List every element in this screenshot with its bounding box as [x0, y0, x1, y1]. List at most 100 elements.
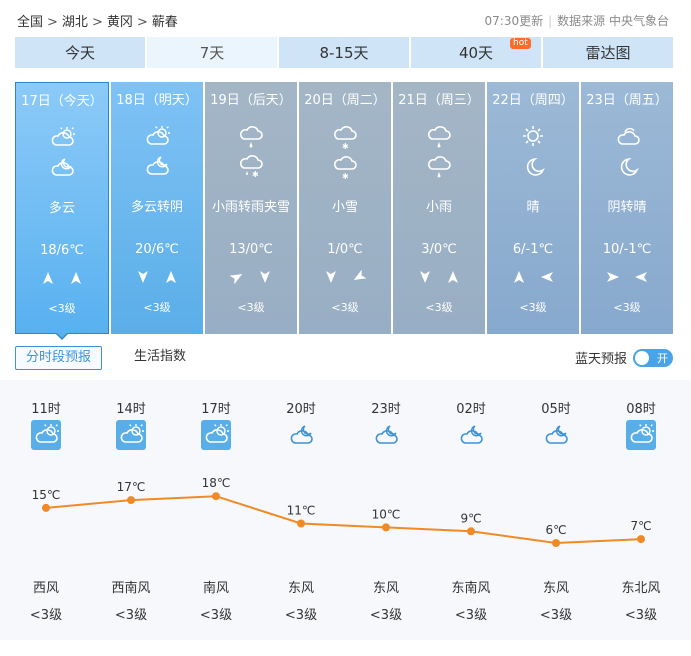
wind-arrow-icon — [607, 272, 619, 282]
hour-wind: 南风 — [202, 581, 229, 596]
tab-life-index[interactable]: 生活指数 — [124, 346, 196, 370]
hour-time: 14时 — [116, 402, 146, 417]
temp-point — [552, 539, 560, 547]
day-weather-icon — [613, 124, 641, 146]
hour-wind: 东北风 — [621, 581, 661, 596]
snow-icon: ✱ — [334, 126, 357, 151]
night-weather-icon — [48, 155, 76, 181]
wind-arrow-icon — [514, 271, 524, 283]
wind-direction — [299, 270, 391, 284]
day-date: 17日（今天） — [21, 94, 103, 109]
wind-arrow-icon — [230, 274, 243, 284]
hourly-forecast: 15℃ 17℃ 18℃ 11℃ 10℃ 9℃ 6℃ 7℃ 11时 西风 <3级 14时 西南风 <3级 1… — [0, 380, 691, 640]
wind-arrow-icon — [353, 270, 366, 280]
day-weather-icon — [237, 124, 265, 148]
sleet-icon: ✱ — [240, 155, 263, 179]
breadcrumb-separator: > — [91, 15, 103, 30]
temp-range: 20/6℃ — [135, 242, 179, 257]
night-weather-icon: ✱ — [331, 154, 359, 181]
wind-level: <3级 — [331, 301, 359, 314]
sun-icon — [523, 126, 543, 146]
weather-desc: 小雨 — [425, 200, 452, 215]
hour-time: 08时 — [626, 402, 656, 417]
weather-desc: 多云 — [48, 201, 75, 216]
hour-weather-icon — [626, 420, 656, 450]
temp-label: 18℃ — [202, 476, 231, 490]
partly-cloudy-night-icon — [290, 425, 313, 444]
breadcrumb-item-city[interactable]: 黄冈 — [107, 15, 133, 30]
partly-cloudy-day-icon — [51, 127, 75, 146]
temp-range: 3/0℃ — [421, 242, 457, 257]
toggle-text: 开 — [657, 351, 668, 365]
wind-direction — [205, 270, 297, 284]
breadcrumb-item-country[interactable]: 全国 — [17, 15, 43, 30]
temp-range: 1/0℃ — [327, 242, 363, 257]
day-card[interactable]: 18日（明天） 多云转阴 20/6℃ <3级 — [111, 82, 203, 334]
wind-arrow-icon — [166, 271, 176, 283]
hour-time: 11时 — [31, 402, 61, 417]
update-info: 07:30更新 | 数据来源 中央气象台 — [484, 14, 669, 28]
hour-wind: 东风 — [542, 581, 569, 596]
hour-weather-icon — [31, 420, 61, 450]
day-date: 18日（明天） — [116, 93, 198, 108]
tab-7-days[interactable]: 7天 — [147, 37, 277, 68]
wind-direction — [581, 270, 673, 284]
day-weather-icon — [143, 124, 171, 146]
hour-wind: 西风 — [32, 581, 59, 596]
temp-label: 9℃ — [460, 511, 481, 525]
weather-desc: 小雪 — [331, 200, 358, 215]
hour-time: 02时 — [456, 402, 486, 417]
day-card[interactable]: 19日（后天） ✱ 小雨转雨夹雪 13/0℃ <3级 — [205, 82, 297, 334]
rain-icon — [240, 126, 263, 148]
partly-cloudy-day-icon — [626, 420, 656, 450]
day-date: 22日（周四） — [492, 93, 574, 108]
temp-point — [467, 527, 475, 536]
temp-point — [212, 492, 220, 501]
wind-arrow-icon — [71, 272, 81, 284]
hour-weather-icon — [541, 420, 571, 450]
tab-8-15-days[interactable]: 8-15天 — [279, 37, 409, 68]
breadcrumb-item-county: 蕲春 — [151, 15, 178, 30]
temp-point — [382, 523, 390, 532]
day-card[interactable]: 22日（周四） 晴 6/-1℃ <3级 — [487, 82, 579, 334]
hour-time: 20时 — [286, 402, 316, 417]
hour-wind-level: <3级 — [284, 608, 318, 623]
snow-icon: ✱ — [334, 156, 357, 181]
temp-label: 11℃ — [287, 504, 316, 518]
tab-radar[interactable]: 雷达图 — [543, 37, 673, 68]
partly-cloudy-day-icon — [201, 420, 231, 450]
breadcrumb: 全国 > 湖北 > 黄冈 > 蕲春 — [17, 11, 178, 30]
partly-cloudy-day-icon — [146, 126, 170, 145]
wind-arrow-icon — [326, 271, 336, 283]
blue-sky-toggle[interactable]: 开 — [633, 348, 673, 367]
wind-arrow-icon — [138, 271, 148, 283]
hour-wind-level: <3级 — [369, 608, 403, 623]
tab-today[interactable]: 今天 — [15, 37, 145, 68]
day-card[interactable]: 20日（周二） ✱ ✱ 小雪 1/0℃ <3级 — [299, 82, 391, 334]
hour-weather-icon — [116, 420, 146, 450]
tab-label: 8-15天 — [319, 44, 369, 62]
night-weather-icon — [143, 154, 171, 180]
temp-range: 13/0℃ — [229, 242, 273, 257]
day-card[interactable]: 23日（周五） 阴转晴 10/-1℃ <3级 — [581, 82, 673, 334]
temp-range: 18/6℃ — [40, 243, 84, 258]
tab-hourly-forecast[interactable]: 分时段预报 — [15, 346, 103, 370]
hour-wind-level: <3级 — [624, 608, 658, 623]
temp-point — [127, 496, 135, 505]
day-card[interactable]: 17日（今天） 多云 18/6℃ <3级 — [15, 82, 109, 334]
selected-day-pointer — [55, 332, 69, 340]
weather-desc: 多云转阴 — [130, 200, 183, 215]
temp-point — [297, 519, 305, 528]
hour-wind: 东风 — [372, 581, 399, 596]
hour-time: 17时 — [201, 402, 231, 417]
wind-arrow-icon — [43, 272, 53, 284]
temperature-chart: 15℃ 17℃ 18℃ 11℃ 10℃ 9℃ 6℃ 7℃ — [32, 476, 652, 547]
tab-40-days[interactable]: 40天 hot — [411, 37, 541, 68]
partly-cloudy-night-icon — [545, 425, 568, 444]
day-date: 19日（后天） — [210, 93, 292, 108]
temp-label: 7℃ — [630, 519, 651, 533]
hour-wind: 西南风 — [111, 581, 151, 596]
day-card[interactable]: 21日（周三） 小雨 3/0℃ <3级 — [393, 82, 485, 334]
breadcrumb-item-province[interactable]: 湖北 — [62, 15, 88, 30]
temp-point — [42, 503, 50, 512]
